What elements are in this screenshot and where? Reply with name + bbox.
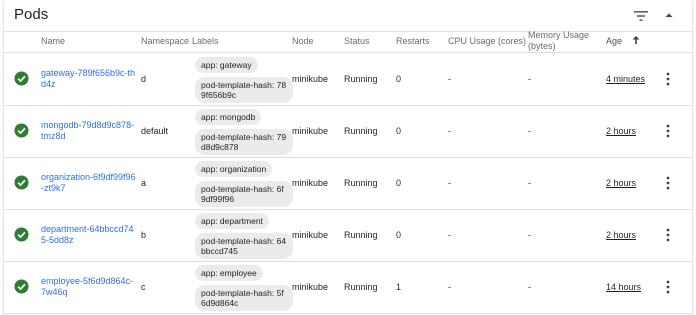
check-circle-icon xyxy=(14,175,29,190)
label-chip-hash: pod-template-hash: 64bbccd745 xyxy=(195,233,293,259)
label-chip-hash: pod-template-hash: 79d8d9c878 xyxy=(195,129,293,155)
memory-cell: - xyxy=(528,74,531,84)
more-vert-icon[interactable] xyxy=(664,280,672,294)
status-cell: Running xyxy=(344,126,378,136)
pod-name-link[interactable]: mongodb-79d8d9c878-tmz8d xyxy=(41,120,136,142)
column-header-labels: Labels xyxy=(192,36,219,46)
check-circle-icon xyxy=(14,71,29,86)
table-row: employee-5f6d9d864c-7w46q c app: employe… xyxy=(4,261,692,314)
age-link[interactable]: 2 hours xyxy=(606,230,636,241)
label-chip-hash: pod-template-hash: 5f6d9d864c xyxy=(195,285,293,311)
sort-ascending-arrow-icon[interactable] xyxy=(631,35,641,45)
column-header-restarts[interactable]: Restarts xyxy=(396,36,430,47)
label-chip-hash: pod-template-hash: 789f656b9c xyxy=(195,77,293,103)
cpu-cell: - xyxy=(448,282,451,292)
more-vert-icon[interactable] xyxy=(664,228,672,242)
pods-card: Pods Name Namespace Labels Node Status R… xyxy=(4,0,692,315)
card-header: Pods xyxy=(4,0,692,32)
table-row: gateway-789f656b9c-thd4z d app: gateway … xyxy=(4,53,692,106)
label-chip-app: app: gateway xyxy=(195,57,258,73)
namespace-cell: default xyxy=(141,126,169,136)
cpu-cell: - xyxy=(448,74,451,84)
node-cell: minikube xyxy=(292,230,329,240)
table-row: mongodb-79d8d9c878-tmz8d default app: mo… xyxy=(4,105,692,158)
node-cell: minikube xyxy=(292,178,329,188)
restarts-cell: 0 xyxy=(396,178,402,188)
namespace-cell: a xyxy=(141,178,147,188)
namespace-cell: d xyxy=(141,74,147,84)
more-vert-icon[interactable] xyxy=(664,72,672,86)
cpu-cell: - xyxy=(448,178,451,188)
namespace-cell: b xyxy=(141,230,147,240)
filter-icon[interactable] xyxy=(632,7,650,25)
memory-cell: - xyxy=(528,230,531,240)
pod-name-link[interactable]: employee-5f6d9d864c-7w46q xyxy=(41,276,136,298)
chevron-up-icon[interactable] xyxy=(661,7,677,23)
check-circle-icon xyxy=(14,123,29,138)
column-header-cpu: CPU Usage (cores) xyxy=(448,36,527,46)
column-header-name[interactable]: Name xyxy=(41,36,65,47)
age-link[interactable]: 4 minutes xyxy=(606,74,645,85)
status-cell: Running xyxy=(344,230,378,240)
age-link[interactable]: 2 hours xyxy=(606,126,636,137)
label-chip-app: app: department xyxy=(195,213,269,229)
table-row: department-64bbccd745-5dd8z b app: depar… xyxy=(4,209,692,262)
check-circle-icon xyxy=(14,227,29,242)
cpu-cell: - xyxy=(448,126,451,136)
namespace-cell: c xyxy=(141,282,146,292)
restarts-cell: 0 xyxy=(396,126,402,136)
restarts-cell: 0 xyxy=(396,230,402,240)
status-cell: Running xyxy=(344,74,378,84)
page-title: Pods xyxy=(14,6,49,23)
cpu-cell: - xyxy=(448,230,451,240)
pod-name-link[interactable]: organization-6f9df99f96-zt9k7 xyxy=(41,172,136,194)
age-link[interactable]: 14 hours xyxy=(606,282,641,293)
memory-cell: - xyxy=(528,126,531,136)
pod-name-link[interactable]: gateway-789f656b9c-thd4z xyxy=(41,68,136,90)
restarts-cell: 0 xyxy=(396,74,402,84)
memory-cell: - xyxy=(528,178,531,188)
node-cell: minikube xyxy=(292,282,329,292)
memory-cell: - xyxy=(528,282,531,292)
restarts-cell: 1 xyxy=(396,282,402,292)
table-row: organization-6f9df99f96-zt9k7 a app: org… xyxy=(4,157,692,210)
label-chip-app: app: employee xyxy=(195,265,263,281)
label-chip-app: app: mongodb xyxy=(195,109,262,125)
more-vert-icon[interactable] xyxy=(664,124,672,138)
column-header-age[interactable]: Age xyxy=(606,36,622,47)
node-cell: minikube xyxy=(292,74,329,84)
status-cell: Running xyxy=(344,178,378,188)
label-chip-app: app: organization xyxy=(195,161,273,177)
column-header-node[interactable]: Node xyxy=(292,36,314,47)
node-cell: minikube xyxy=(292,126,329,136)
pod-name-link[interactable]: department-64bbccd745-5dd8z xyxy=(41,224,136,246)
age-link[interactable]: 2 hours xyxy=(606,178,636,189)
more-vert-icon[interactable] xyxy=(664,176,672,190)
column-header-status[interactable]: Status xyxy=(344,36,370,47)
label-chip-hash: pod-template-hash: 6f9df99f96 xyxy=(195,181,293,207)
check-circle-icon xyxy=(14,279,29,294)
column-header-memory: Memory Usage (bytes) xyxy=(528,30,590,51)
status-cell: Running xyxy=(344,282,378,292)
column-header-namespace[interactable]: Namespace xyxy=(141,36,189,47)
